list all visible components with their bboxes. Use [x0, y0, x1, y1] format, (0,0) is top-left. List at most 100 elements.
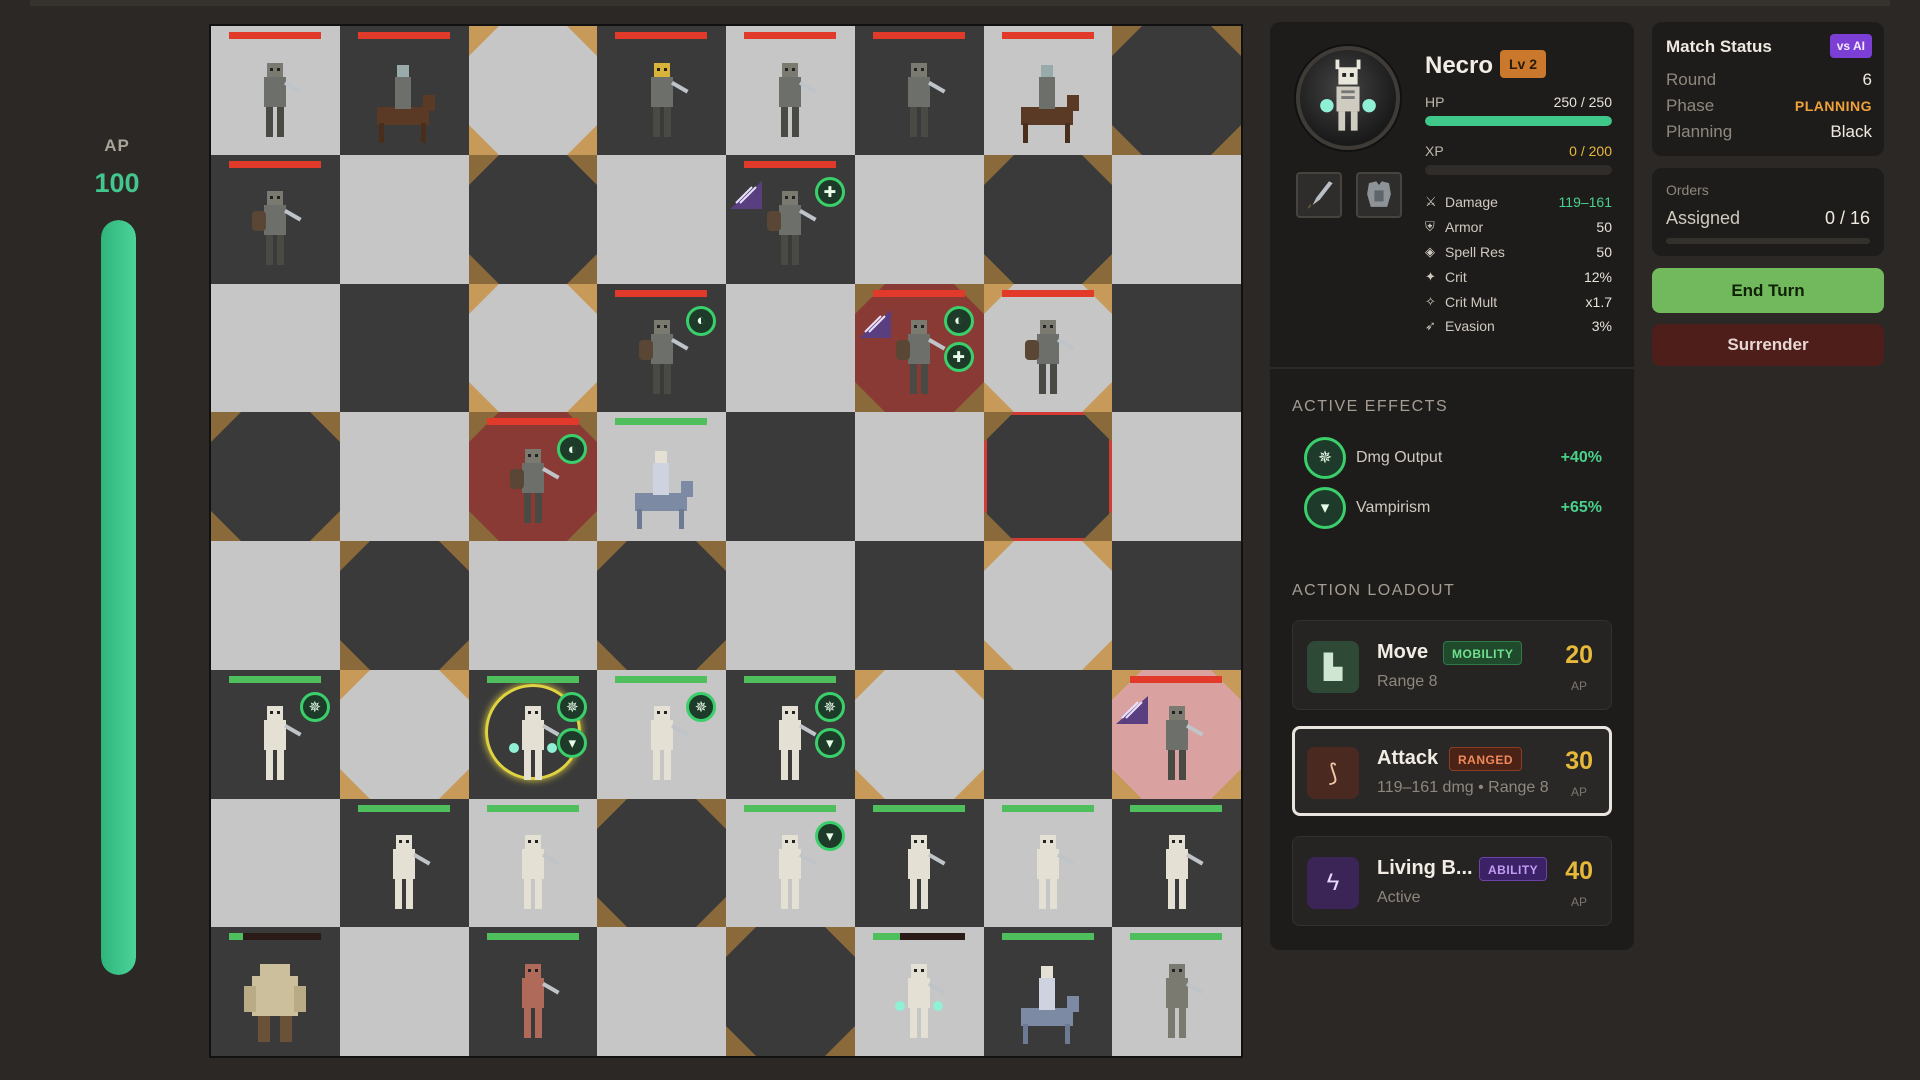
effect-damage-output[interactable]: ✵ Dmg Output +40%: [1304, 436, 1602, 480]
board-cell[interactable]: [211, 26, 340, 155]
barbarian-unit[interactable]: [1142, 698, 1212, 790]
board-cell[interactable]: [339, 283, 469, 413]
board-cell[interactable]: [983, 412, 1113, 541]
action-living-bomb[interactable]: ϟ Living B... ABILITY Active 40 AP: [1292, 836, 1612, 926]
demon-unit[interactable]: [498, 956, 568, 1048]
lich-unit[interactable]: [884, 956, 954, 1048]
board-cell[interactable]: [854, 541, 984, 670]
board-cell[interactable]: [468, 927, 598, 1056]
skeleton-unit[interactable]: [240, 698, 310, 790]
surrender-button[interactable]: Surrender: [1652, 324, 1884, 366]
board-cell[interactable]: [597, 541, 726, 670]
board-cell[interactable]: [1112, 412, 1241, 541]
king-unit[interactable]: [627, 55, 697, 147]
board-cell[interactable]: [597, 798, 726, 928]
board-cell[interactable]: [211, 283, 340, 413]
board-cell[interactable]: [1112, 927, 1241, 1056]
board-cell[interactable]: [854, 26, 984, 155]
board-cell[interactable]: [983, 669, 1113, 799]
action-move[interactable]: ▙ Move MOBILITY Range 8 20 AP: [1292, 620, 1612, 710]
skeleton-unit[interactable]: [498, 827, 568, 919]
board-cell[interactable]: ✵: [211, 669, 340, 799]
horned-warrior-unit[interactable]: [1142, 956, 1212, 1048]
shield-knight-unit[interactable]: [240, 183, 310, 275]
board-cell[interactable]: [211, 541, 340, 670]
board-cell[interactable]: [339, 927, 469, 1056]
board-cell[interactable]: [983, 927, 1113, 1056]
board-cell[interactable]: [854, 154, 984, 284]
board-cell[interactable]: [726, 283, 855, 413]
board-cell[interactable]: [983, 798, 1113, 928]
ogre-unit[interactable]: [240, 956, 310, 1048]
board-cell[interactable]: [339, 26, 469, 155]
knight-rider-unit[interactable]: [369, 55, 439, 147]
board-cell[interactable]: [854, 798, 984, 928]
weapon-slot[interactable]: [1296, 172, 1342, 218]
board-cell[interactable]: ✵: [597, 669, 726, 799]
reaper-rider-unit[interactable]: [1013, 956, 1083, 1048]
board-cell[interactable]: [468, 154, 598, 284]
knight-rider-unit[interactable]: [1013, 55, 1083, 147]
board-cell[interactable]: ✚: [726, 154, 855, 284]
board-cell[interactable]: [1112, 798, 1241, 928]
board-cell[interactable]: ◐: [468, 412, 598, 541]
hp-bar: [1425, 116, 1612, 126]
board-cell[interactable]: [468, 798, 598, 928]
board-cell[interactable]: [726, 412, 855, 541]
board-cell[interactable]: [983, 26, 1113, 155]
board-cell[interactable]: [983, 154, 1113, 284]
board-cell[interactable]: ✵ ▾: [726, 669, 855, 799]
board-cell[interactable]: [339, 154, 469, 284]
board-cell[interactable]: [339, 798, 469, 928]
board-cell[interactable]: [211, 798, 340, 928]
board-cell[interactable]: [1112, 26, 1241, 155]
reaper-rider-unit[interactable]: [627, 441, 697, 533]
cell-corner-marker: [567, 283, 598, 314]
board-cell[interactable]: ◐: [597, 283, 726, 413]
action-attack[interactable]: ⟆ Attack RANGED 119–161 dmg • Range 8 30…: [1292, 726, 1612, 816]
necro-portrait-icon: [1320, 59, 1376, 131]
effect-vampirism[interactable]: ▾ Vampirism +65%: [1304, 486, 1602, 530]
board-cell[interactable]: [1112, 283, 1241, 413]
board-cell[interactable]: [854, 412, 984, 541]
board-cell[interactable]: [726, 26, 855, 155]
board-cell[interactable]: [854, 669, 984, 799]
unit-hp-fill: [1130, 675, 1223, 683]
board-cell[interactable]: [854, 927, 984, 1056]
board-cell[interactable]: [339, 412, 469, 541]
board-cell[interactable]: [1112, 154, 1241, 284]
spear-knight-unit[interactable]: [884, 55, 954, 147]
armor-slot[interactable]: [1356, 172, 1402, 218]
board-cell[interactable]: [211, 154, 340, 284]
paladin-unit[interactable]: [755, 55, 825, 147]
board-cell[interactable]: [339, 669, 469, 799]
board-cell[interactable]: [339, 541, 469, 670]
board-cell[interactable]: [1112, 541, 1241, 670]
skeleton-unit[interactable]: [1013, 827, 1083, 919]
board-cell[interactable]: ▾: [726, 798, 855, 928]
skeleton-unit[interactable]: [884, 827, 954, 919]
board-cell[interactable]: [468, 283, 598, 413]
board-cell[interactable]: [983, 541, 1113, 670]
mage-enemy-unit[interactable]: [240, 55, 310, 147]
board-cell[interactable]: [211, 412, 340, 541]
board-cell[interactable]: [597, 412, 726, 541]
board-cell[interactable]: [468, 541, 598, 670]
board-cell[interactable]: [211, 927, 340, 1056]
shield-knight-unit[interactable]: [755, 183, 825, 275]
board-cell[interactable]: ✵ ▾: [468, 669, 598, 799]
end-turn-button[interactable]: End Turn: [1652, 268, 1884, 313]
board-cell[interactable]: [1112, 669, 1241, 799]
skeleton-unit[interactable]: [369, 827, 439, 919]
board-cell[interactable]: [726, 927, 855, 1056]
shield-knight-unit[interactable]: [1013, 312, 1083, 404]
board-cell[interactable]: [983, 283, 1113, 413]
board-cell[interactable]: ◐ ✚: [854, 283, 984, 413]
board-cell[interactable]: [597, 154, 726, 284]
board-cell[interactable]: [726, 541, 855, 670]
game-board[interactable]: ✚ ◐ ◐ ✚ ◐ ✵ ✵ ▾ ✵ ✵ ▾ ▾: [209, 24, 1243, 1058]
board-cell[interactable]: [468, 26, 598, 155]
board-cell[interactable]: [597, 927, 726, 1056]
board-cell[interactable]: [597, 26, 726, 155]
skeleton-unit[interactable]: [1142, 827, 1212, 919]
